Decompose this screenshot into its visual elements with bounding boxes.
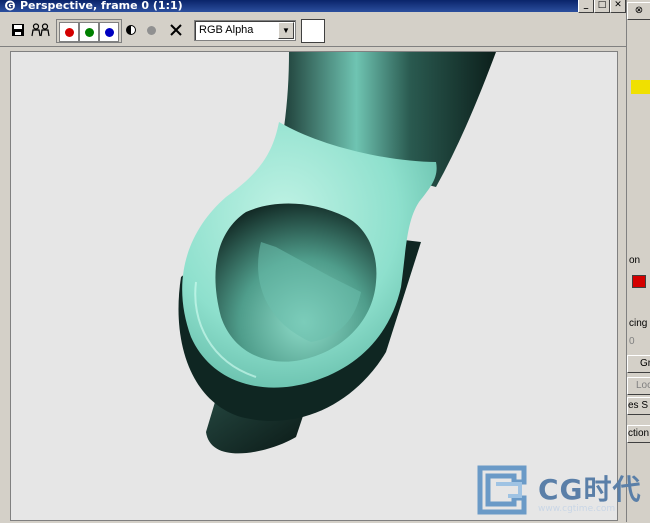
color-swatch[interactable] <box>301 19 325 43</box>
panel-button-2[interactable]: Loc <box>627 377 650 395</box>
panel-label-1: on <box>629 255 641 266</box>
gray-dot-icon[interactable] <box>142 21 160 39</box>
panel-button-3[interactable]: es S <box>627 397 650 415</box>
panel-button-4[interactable]: ction <box>627 425 650 443</box>
title-bar[interactable]: G Perspective, frame 0 (1:1) _ □ ✕ <box>0 0 626 13</box>
svg-text:G: G <box>7 2 14 11</box>
x-icon[interactable] <box>167 21 185 39</box>
blue-channel-toggle[interactable] <box>99 22 119 42</box>
save-icon[interactable] <box>9 21 27 39</box>
window-title: Perspective, frame 0 (1:1) <box>20 0 183 12</box>
channel-display-value: RGB Alpha <box>199 24 254 36</box>
minimize-button[interactable]: _ <box>578 0 594 13</box>
half-circle-icon[interactable] <box>122 21 140 39</box>
panel-label-2: cing <box>629 318 648 329</box>
red-channel-toggle[interactable] <box>59 22 79 42</box>
chevron-down-icon[interactable]: ▼ <box>278 22 294 39</box>
close-button[interactable]: ✕ <box>610 0 626 13</box>
app-icon: G <box>5 0 15 11</box>
render-viewport[interactable] <box>10 51 618 521</box>
rendered-toilet-image <box>178 52 496 454</box>
red-swatch[interactable] <box>632 275 646 288</box>
command-panel-edge: ⊗ on cing 0 Gr Loc es S ction <box>626 0 650 522</box>
frame-buffer-toolbar: RGB Alpha ▼ <box>0 13 626 47</box>
panel-button-1[interactable]: Gr <box>627 355 650 373</box>
green-channel-toggle[interactable] <box>79 22 99 42</box>
watermark-logo-icon <box>477 465 527 515</box>
watermark-url: www.cgtime.com <box>538 504 616 514</box>
close-icon[interactable]: ⊗ <box>627 2 650 20</box>
panel-label-3: 0 <box>629 336 635 347</box>
channel-toggles <box>56 19 122 43</box>
maximize-button[interactable]: □ <box>594 0 610 13</box>
clone-icon[interactable] <box>30 21 52 39</box>
watermark: CG时代 www.cgtime.com <box>474 462 650 522</box>
accent-bar <box>631 80 650 94</box>
watermark-text: CG时代 <box>538 473 642 506</box>
channel-display-select[interactable]: RGB Alpha ▼ <box>194 20 296 41</box>
